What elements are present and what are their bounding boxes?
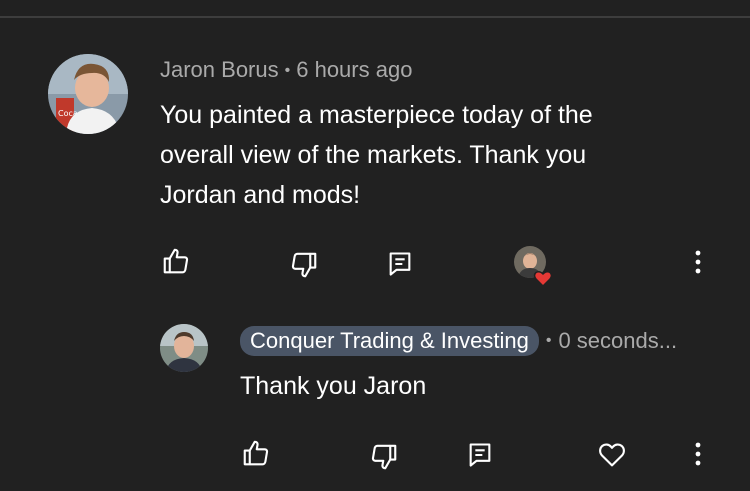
reply-more-options-button[interactable] [678, 434, 718, 474]
creator-heart-avatar[interactable] [514, 246, 553, 288]
reply-reply-button[interactable] [460, 435, 500, 475]
comment-author[interactable]: Jaron Borus [160, 57, 279, 82]
channel-owner-badge[interactable]: Conquer Trading & Investing [240, 326, 539, 356]
comment-text: You painted a masterpiece today of the o… [160, 95, 593, 215]
comment-line: Jordan and mods! [160, 181, 361, 209]
comment-line: You painted a masterpiece today of the [160, 101, 593, 129]
comment-meta: Jaron Borus • 6 hours ago [160, 56, 412, 87]
reply-meta: Conquer Trading & Investing • 0 seconds.… [240, 326, 677, 356]
top-divider [0, 16, 750, 18]
commenter-avatar[interactable]: Coca [48, 54, 128, 134]
reply-button[interactable] [380, 244, 420, 284]
reply-author-avatar[interactable] [160, 324, 208, 372]
comments-panel: Coca Jaron Borus • 6 hours ago You painted… [0, 0, 750, 491]
more-vertical-icon [695, 250, 701, 274]
thumbs-down-icon [291, 252, 317, 278]
reply-comment-icon [389, 252, 411, 276]
heart-outline-icon [599, 443, 625, 467]
reply-dislike-button[interactable] [364, 437, 404, 477]
comment-timestamp[interactable]: 6 hours ago [296, 57, 412, 82]
thumbs-up-icon [163, 248, 189, 274]
reply-text: Thank you Jaron [240, 372, 427, 400]
thumbs-down-icon [371, 444, 397, 470]
more-vertical-icon [695, 442, 701, 466]
thumbs-up-icon [243, 440, 269, 466]
reply-like-button[interactable] [236, 433, 276, 473]
like-button[interactable] [156, 241, 196, 281]
reply-timestamp[interactable]: 0 seconds... [558, 328, 677, 354]
more-options-button[interactable] [678, 242, 718, 282]
heart-badge-icon [533, 271, 553, 288]
meta-separator: • [284, 62, 291, 79]
comment-line: overall view of the markets. Thank you [160, 141, 587, 169]
reply-comment-icon [469, 443, 491, 467]
heart-button[interactable] [592, 434, 632, 474]
meta-separator: • [545, 332, 552, 349]
dislike-button[interactable] [284, 245, 324, 285]
